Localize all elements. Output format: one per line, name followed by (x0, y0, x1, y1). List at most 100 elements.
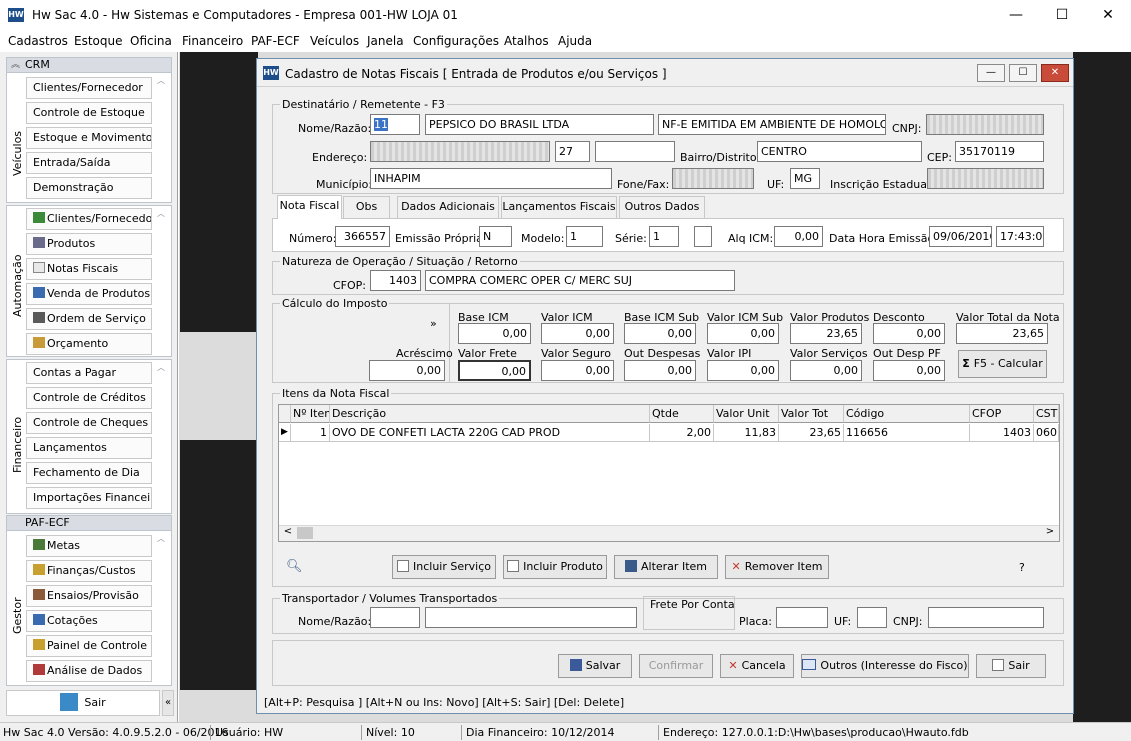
transportador-codigo-input[interactable] (370, 607, 420, 628)
sidebar-item-clientes-fornecedor[interactable]: Clientes/Fornecedor (26, 77, 152, 99)
grid-cell-cfop[interactable]: 1403 (970, 424, 1034, 442)
grid-header-codigo[interactable]: Código (844, 405, 970, 423)
modelo-input[interactable]: 1 (566, 226, 603, 247)
numero-endereco-input[interactable]: 27 (555, 141, 590, 162)
natureza-descricao-input[interactable]: COMPRA COMERC OPER C/ MERC SUJ (425, 270, 735, 291)
sidebar-item-metas[interactable]: Metas (26, 535, 152, 557)
horizontal-scrollbar[interactable] (279, 525, 1059, 541)
grid-header-cfop[interactable]: CFOP (970, 405, 1034, 423)
menu-cadastros[interactable]: Cadastros (8, 34, 68, 48)
minimize-button[interactable]: — (993, 0, 1039, 30)
subserie-input[interactable] (694, 226, 712, 247)
group-header-paf-ecf[interactable]: PAF-ECF (6, 515, 172, 531)
tab-outros-dados[interactable]: Outros Dados (619, 196, 705, 218)
sidebar-item-orcamento[interactable]: Orçamento (26, 333, 152, 355)
incluir-servico-button[interactable]: Incluir Serviço (392, 555, 496, 579)
scroll-up-icon[interactable]: ︿ (157, 533, 167, 544)
base-icm-sub-input[interactable]: 0,00 (624, 323, 696, 344)
menu-paf-ecf[interactable]: PAF-ECF (251, 34, 300, 48)
inscricao-estadual-input[interactable] (927, 168, 1044, 189)
desconto-input[interactable]: 0,00 (873, 323, 945, 344)
sidebar-item-clientes-fornecedor-auto[interactable]: Clientes/Fornecedor (26, 208, 152, 230)
sidebar-item-painel-controle[interactable]: Painel de Controle (26, 635, 152, 657)
acrescimo-input[interactable]: 0,00 (369, 360, 445, 381)
valor-servicos-input[interactable]: 0,00 (790, 360, 862, 381)
placa-input[interactable] (776, 607, 828, 628)
sidebar-item-controle-cheques[interactable]: Controle de Cheques (26, 412, 152, 434)
sidebar-item-ensaios-provisao[interactable]: Ensaios/Provisão (26, 585, 152, 607)
grid-cell-valor-tot[interactable]: 23,65 (779, 424, 844, 442)
scroll-up-icon[interactable]: ︿ (157, 208, 167, 219)
menu-oficina[interactable]: Oficina (130, 34, 172, 48)
valor-seguro-input[interactable]: 0,00 (541, 360, 614, 381)
scroll-up-icon[interactable]: ︿ (157, 362, 167, 373)
menu-financeiro[interactable]: Financeiro (182, 34, 243, 48)
sidebar-item-financas-custos[interactable]: Finanças/Custos (26, 560, 152, 582)
base-icm-input[interactable]: 0,00 (458, 323, 531, 344)
emissao-propria-input[interactable]: N (479, 226, 512, 247)
valor-total-input[interactable]: 23,65 (956, 323, 1048, 344)
remover-item-button[interactable]: ✕ Remover Item (725, 555, 829, 579)
magnifier-icon[interactable]: 🔍︎ (286, 559, 303, 574)
cep-input[interactable]: 35170119 (955, 141, 1044, 162)
group-header-crm[interactable]: ︽ CRM (6, 57, 172, 73)
sidebar-item-notas-fiscais[interactable]: Notas Fiscais (26, 258, 152, 280)
sidebar-item-estoque-movimento[interactable]: Estoque e Movimento (26, 127, 152, 149)
grid-cell-qtde[interactable]: 2,00 (650, 424, 714, 442)
municipio-input[interactable]: INHAPIM (370, 168, 612, 189)
sidebar-item-ordem-servico[interactable]: Ordem de Serviço (26, 308, 152, 330)
sidebar-item-importacoes-financeiro[interactable]: Importações Financeiro (26, 487, 152, 509)
salvar-button[interactable]: Salvar (558, 654, 632, 678)
sidebar-item-produtos[interactable]: Produtos (26, 233, 152, 255)
expand-arrow-icon[interactable]: » (430, 317, 437, 330)
tab-lancamentos-fiscais[interactable]: Lançamentos Fiscais (501, 196, 617, 218)
tab-obs[interactable]: Obs (343, 196, 390, 218)
valor-icm-input[interactable]: 0,00 (541, 323, 614, 344)
grid-cell-cst[interactable]: 060 (1034, 424, 1059, 442)
grid-header-descricao[interactable]: Descrição (330, 405, 650, 423)
calcular-button[interactable]: Σ F5 - Calcular (958, 350, 1047, 378)
sidebar-item-cotacoes[interactable]: Cotações (26, 610, 152, 632)
data-emissao-input[interactable]: 09/06/2016 (929, 226, 992, 247)
maximize-button[interactable]: ☐ (1039, 0, 1085, 30)
nome-input[interactable]: PEPSICO DO BRASIL LTDA (425, 114, 654, 135)
outros-fisco-button[interactable]: Outros (Interesse do Fisco) (801, 654, 969, 678)
alq-icm-input[interactable]: 0,00 (774, 226, 823, 247)
grid-cell-item[interactable]: 1 (291, 424, 330, 442)
valor-frete-input[interactable]: 0,00 (458, 360, 531, 381)
bairro-input[interactable]: CENTRO (757, 141, 922, 162)
sidebar-item-venda-produtos[interactable]: Venda de Produtos (26, 283, 152, 305)
cancela-button[interactable]: ✕ Cancela (720, 654, 794, 678)
sair-button[interactable]: Sair (976, 654, 1046, 678)
sidebar-item-controle-creditos[interactable]: Controle de Créditos (26, 387, 152, 409)
numero-nota-input[interactable]: 366557 (335, 226, 390, 247)
sidebar-exit-button[interactable]: Sair (6, 690, 160, 716)
tab-nota-fiscal[interactable]: Nota Fiscal (277, 195, 342, 219)
grid-header-item[interactable]: Nº Item (291, 405, 330, 423)
valor-ipi-input[interactable]: 0,00 (707, 360, 779, 381)
scrollbar-thumb[interactable] (297, 527, 313, 539)
grid-header-valor-tot[interactable]: Valor Tot (779, 405, 844, 423)
scroll-up-icon[interactable]: ︿ (157, 75, 167, 86)
menu-veiculos[interactable]: Veículos (310, 34, 359, 48)
tab-dados-adicionais[interactable]: Dados Adicionais (397, 196, 499, 218)
complemento-input[interactable] (595, 141, 675, 162)
help-icon[interactable]: ? (1019, 561, 1025, 574)
menu-janela[interactable]: Janela (367, 34, 404, 48)
menu-estoque[interactable]: Estoque (74, 34, 123, 48)
uf-input[interactable]: MG (790, 168, 820, 189)
grid-header-valor-unit[interactable]: Valor Unit (714, 405, 779, 423)
hora-emissao-input[interactable]: 17:43:03 (996, 226, 1044, 247)
transportador-uf-input[interactable] (857, 607, 887, 628)
grid-header-cst[interactable]: CST (1034, 405, 1059, 423)
transportador-nome-input[interactable] (425, 607, 637, 628)
sidebar-item-contas-pagar[interactable]: Contas a Pagar (26, 362, 152, 384)
dialog-close-button[interactable]: ✕ (1041, 64, 1069, 82)
out-desp-pf-input[interactable]: 0,00 (873, 360, 945, 381)
sidebar-item-controle-estoque[interactable]: Controle de Estoque (26, 102, 152, 124)
alterar-item-button[interactable]: Alterar Item (614, 555, 718, 579)
menu-configuracoes[interactable]: Configurações (413, 34, 499, 48)
grid-cell-descricao[interactable]: OVO DE CONFETI LACTA 220G CAD PROD (330, 424, 650, 442)
grid-cell-codigo[interactable]: 116656 (844, 424, 970, 442)
valor-produtos-input[interactable]: 23,65 (790, 323, 862, 344)
